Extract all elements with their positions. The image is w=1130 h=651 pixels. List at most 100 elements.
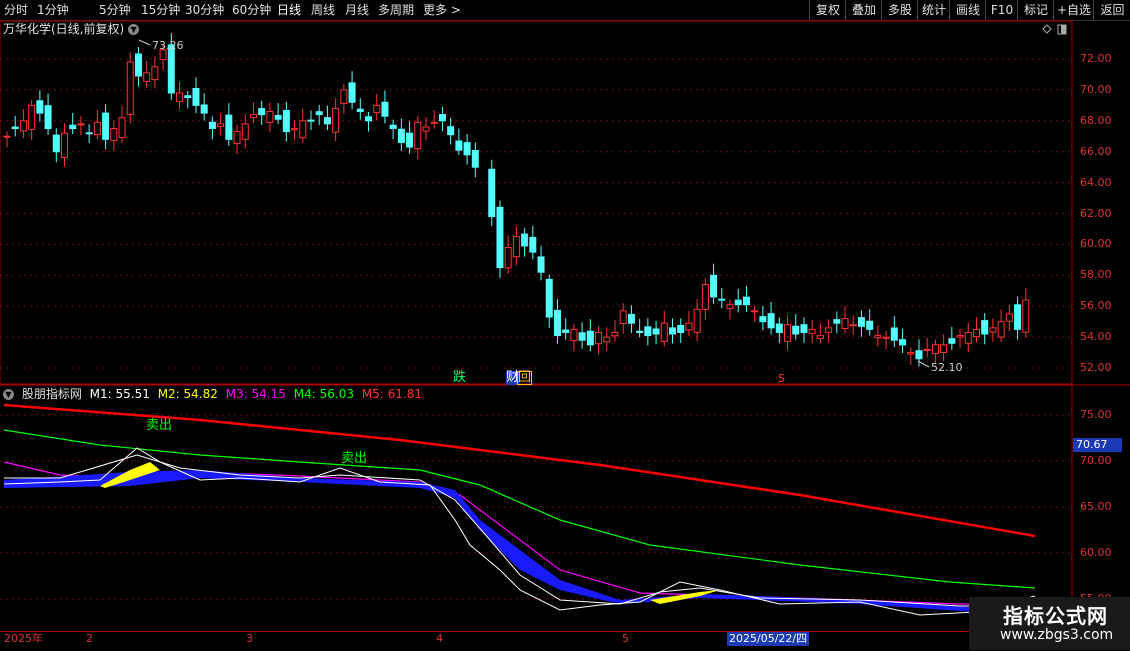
- candle-body: [857, 317, 865, 327]
- price-tick-label: 64.00: [1080, 175, 1112, 189]
- candle-body: [956, 335, 964, 338]
- candle-body: [751, 310, 759, 313]
- candle-body: [808, 328, 816, 334]
- chevron-down-icon[interactable]: ▼: [3, 389, 14, 400]
- candle-body: [471, 149, 479, 168]
- candle-body: [11, 126, 19, 130]
- price-panel-frame: [0, 20, 1073, 385]
- date-label-apr: 4: [436, 632, 443, 645]
- m4-value: M4: 56.03: [293, 387, 354, 401]
- candle-body: [36, 100, 44, 114]
- candle-body: [1022, 299, 1030, 333]
- price-tick-label: 54.00: [1080, 330, 1112, 344]
- candle-body: [52, 134, 60, 153]
- candle-body: [126, 61, 134, 115]
- candle-body: [365, 116, 373, 122]
- candle-body: [890, 327, 898, 341]
- candle-body: [742, 296, 750, 306]
- candle-body: [463, 142, 471, 156]
- candle-body: [849, 324, 857, 327]
- date-axis: [0, 631, 1130, 651]
- candle-body: [907, 352, 915, 355]
- candlesticks: [3, 33, 1030, 368]
- candle-body: [874, 335, 882, 339]
- candle-body: [981, 320, 989, 335]
- price-tick-label: 56.00: [1080, 299, 1112, 313]
- candle-body: [85, 132, 93, 135]
- candle-body: [323, 117, 331, 125]
- candle-body: [217, 123, 225, 128]
- date-label-may: 5: [622, 632, 629, 645]
- candle-body: [225, 114, 233, 140]
- price-tick-label: 60.00: [1080, 237, 1112, 251]
- candle-body: [28, 104, 36, 130]
- candle-body: [636, 330, 644, 333]
- candle-body: [406, 132, 414, 148]
- candle-body: [274, 115, 282, 120]
- candle-body: [710, 274, 718, 298]
- candle-body: [734, 299, 742, 306]
- candle-body: [972, 328, 980, 338]
- indicator-tick-label: 70.00: [1080, 454, 1112, 467]
- candle-body: [915, 350, 923, 360]
- candle-body: [825, 327, 833, 333]
- panel-options-icon: [1042, 24, 1067, 35]
- candle-body: [529, 236, 537, 253]
- candle-body: [102, 112, 110, 140]
- candle-body: [570, 328, 578, 342]
- candle-body: [784, 324, 792, 342]
- price-tick-label: 62.00: [1080, 206, 1112, 220]
- candle-body: [652, 328, 660, 335]
- candle-body: [989, 327, 997, 333]
- price-tick-label: 72.00: [1080, 52, 1112, 65]
- candle-body: [603, 336, 611, 343]
- candle-body: [192, 87, 200, 106]
- candle-body: [282, 109, 290, 133]
- price-grid: [0, 58, 1072, 369]
- candle-body: [644, 326, 652, 337]
- candle-body: [266, 111, 274, 123]
- candle-body: [44, 105, 52, 130]
- candle-body: [340, 89, 348, 104]
- flag-hui: 回: [517, 370, 533, 385]
- candle-body: [1014, 304, 1022, 330]
- indicator-lines: [3, 403, 1036, 616]
- candle-body: [389, 124, 397, 130]
- candle-body: [668, 327, 676, 335]
- candle-body: [315, 111, 323, 116]
- candle-body: [792, 325, 800, 335]
- candle-body: [537, 256, 545, 273]
- candle-body: [693, 308, 701, 333]
- candle-body: [143, 72, 151, 82]
- candle-body: [997, 321, 1005, 338]
- flag-die: 跌: [453, 370, 467, 385]
- candle-body: [69, 124, 77, 130]
- candle-body: [816, 335, 824, 339]
- indicator-tick-label: 65.00: [1080, 500, 1112, 513]
- candle-body: [167, 44, 175, 94]
- high-pointer: [138, 39, 151, 46]
- candle-body: [447, 126, 455, 136]
- candle-body: [118, 117, 126, 139]
- indicator-tick-label: 60.00: [1080, 546, 1112, 559]
- current-value-badge: 70.67: [1073, 438, 1122, 452]
- indicator-tick-label: 75.00: [1080, 408, 1112, 421]
- candle-body: [578, 332, 586, 341]
- candle-body: [381, 101, 389, 117]
- candle-body: [307, 119, 315, 122]
- candle-body: [940, 344, 948, 354]
- watermark-title: 指标公式网: [1003, 604, 1108, 628]
- date-label-year: 2025年: [4, 632, 43, 645]
- chevron-down-icon[interactable]: ▼: [128, 24, 140, 35]
- candle-body: [299, 120, 307, 139]
- candle-body: [134, 53, 142, 77]
- indicator-name: 股朋指标网: [21, 387, 82, 401]
- candle-body: [1005, 313, 1013, 322]
- kline-chart[interactable]: [0, 0, 1130, 650]
- candle-body: [455, 140, 463, 151]
- candle-body: [208, 121, 216, 130]
- candle-body: [241, 123, 249, 140]
- candle-body: [77, 123, 85, 126]
- cursor-date: 2025/05/22/四: [727, 632, 810, 646]
- candle-body: [200, 104, 208, 114]
